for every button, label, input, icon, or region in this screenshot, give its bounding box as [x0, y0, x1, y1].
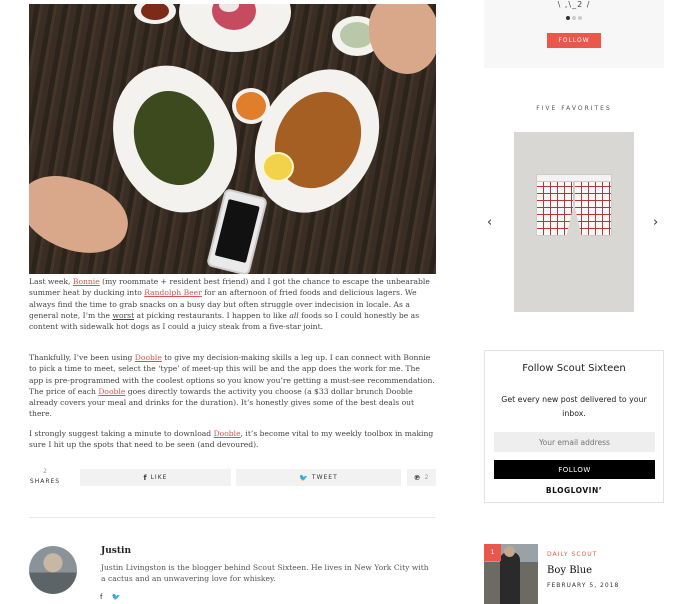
recent-post-category[interactable]: DAILY SCOUT: [547, 551, 597, 558]
instagram-follow-button[interactable]: FOLLOW: [547, 33, 601, 48]
dooble-link[interactable]: Dooble: [98, 387, 125, 396]
newsletter-title: Follow Scout Sixteen: [522, 363, 626, 374]
author-bio: Justin Livingston is the blogger behind …: [101, 563, 429, 583]
newsletter-description: Get every new post delivered to your inb…: [501, 395, 647, 418]
post-hero-image: [29, 4, 436, 274]
newsletter-widget: Follow Scout Sixteen Get every new post …: [484, 350, 664, 503]
twitter-icon: 🐦: [299, 473, 309, 482]
dooble-link[interactable]: Dooble: [214, 429, 241, 438]
carousel-dots: [484, 16, 664, 22]
randolph-beer-link[interactable]: Randolph Beer: [144, 288, 202, 297]
post-paragraph: Last week, Bonnie (my roommate + residen…: [29, 277, 430, 332]
share-count: 2 SHARES: [29, 468, 61, 485]
author-avatar: [29, 546, 77, 594]
share-count-label: SHARES: [29, 478, 61, 485]
recent-post-date: FEBRUARY 5, 2018: [547, 582, 620, 589]
share-bar: 2 SHARES f LIKE 🐦 TWEET ℗ 2: [29, 468, 436, 494]
author-name[interactable]: Justin: [101, 546, 131, 556]
facebook-icon: f: [143, 473, 148, 482]
recent-post-number-badge: 1: [484, 544, 501, 561]
bonnie-link[interactable]: Bonnie: [73, 277, 100, 286]
product-image[interactable]: [514, 132, 634, 312]
carousel-dot[interactable]: [566, 16, 570, 20]
facebook-like-button[interactable]: f LIKE: [80, 469, 231, 486]
carousel-dot[interactable]: [572, 16, 576, 20]
email-field[interactable]: [494, 432, 655, 452]
pinterest-button[interactable]: ℗ 2: [407, 469, 436, 486]
share-count-number: 2: [43, 468, 47, 475]
chevron-left-icon[interactable]: ‹: [487, 215, 492, 230]
dooble-link[interactable]: Dooble: [135, 353, 162, 362]
twitter-icon[interactable]: 🐦: [111, 593, 120, 601]
five-favorites-title: FIVE FAVORITES: [536, 105, 612, 112]
divider: [29, 517, 436, 518]
post-paragraph: I strongly suggest taking a minute to do…: [29, 429, 434, 450]
author-social-links: f 🐦: [100, 593, 120, 601]
recent-post-title[interactable]: Boy Blue: [547, 565, 592, 576]
facebook-icon[interactable]: f: [100, 593, 102, 601]
carousel-dot[interactable]: [578, 16, 582, 20]
instagram-handle: \ ,\_2 /: [557, 0, 591, 9]
post-paragraph: Thankfully, I’ve been using Dooble to gi…: [29, 353, 435, 419]
tweet-button[interactable]: 🐦 TWEET: [236, 469, 401, 486]
bloglovin-link[interactable]: BLOGLOVIN’: [485, 486, 663, 495]
chevron-right-icon[interactable]: ›: [653, 215, 658, 230]
pinterest-icon: ℗: [413, 473, 422, 482]
newsletter-follow-button[interactable]: FOLLOW: [494, 460, 655, 479]
